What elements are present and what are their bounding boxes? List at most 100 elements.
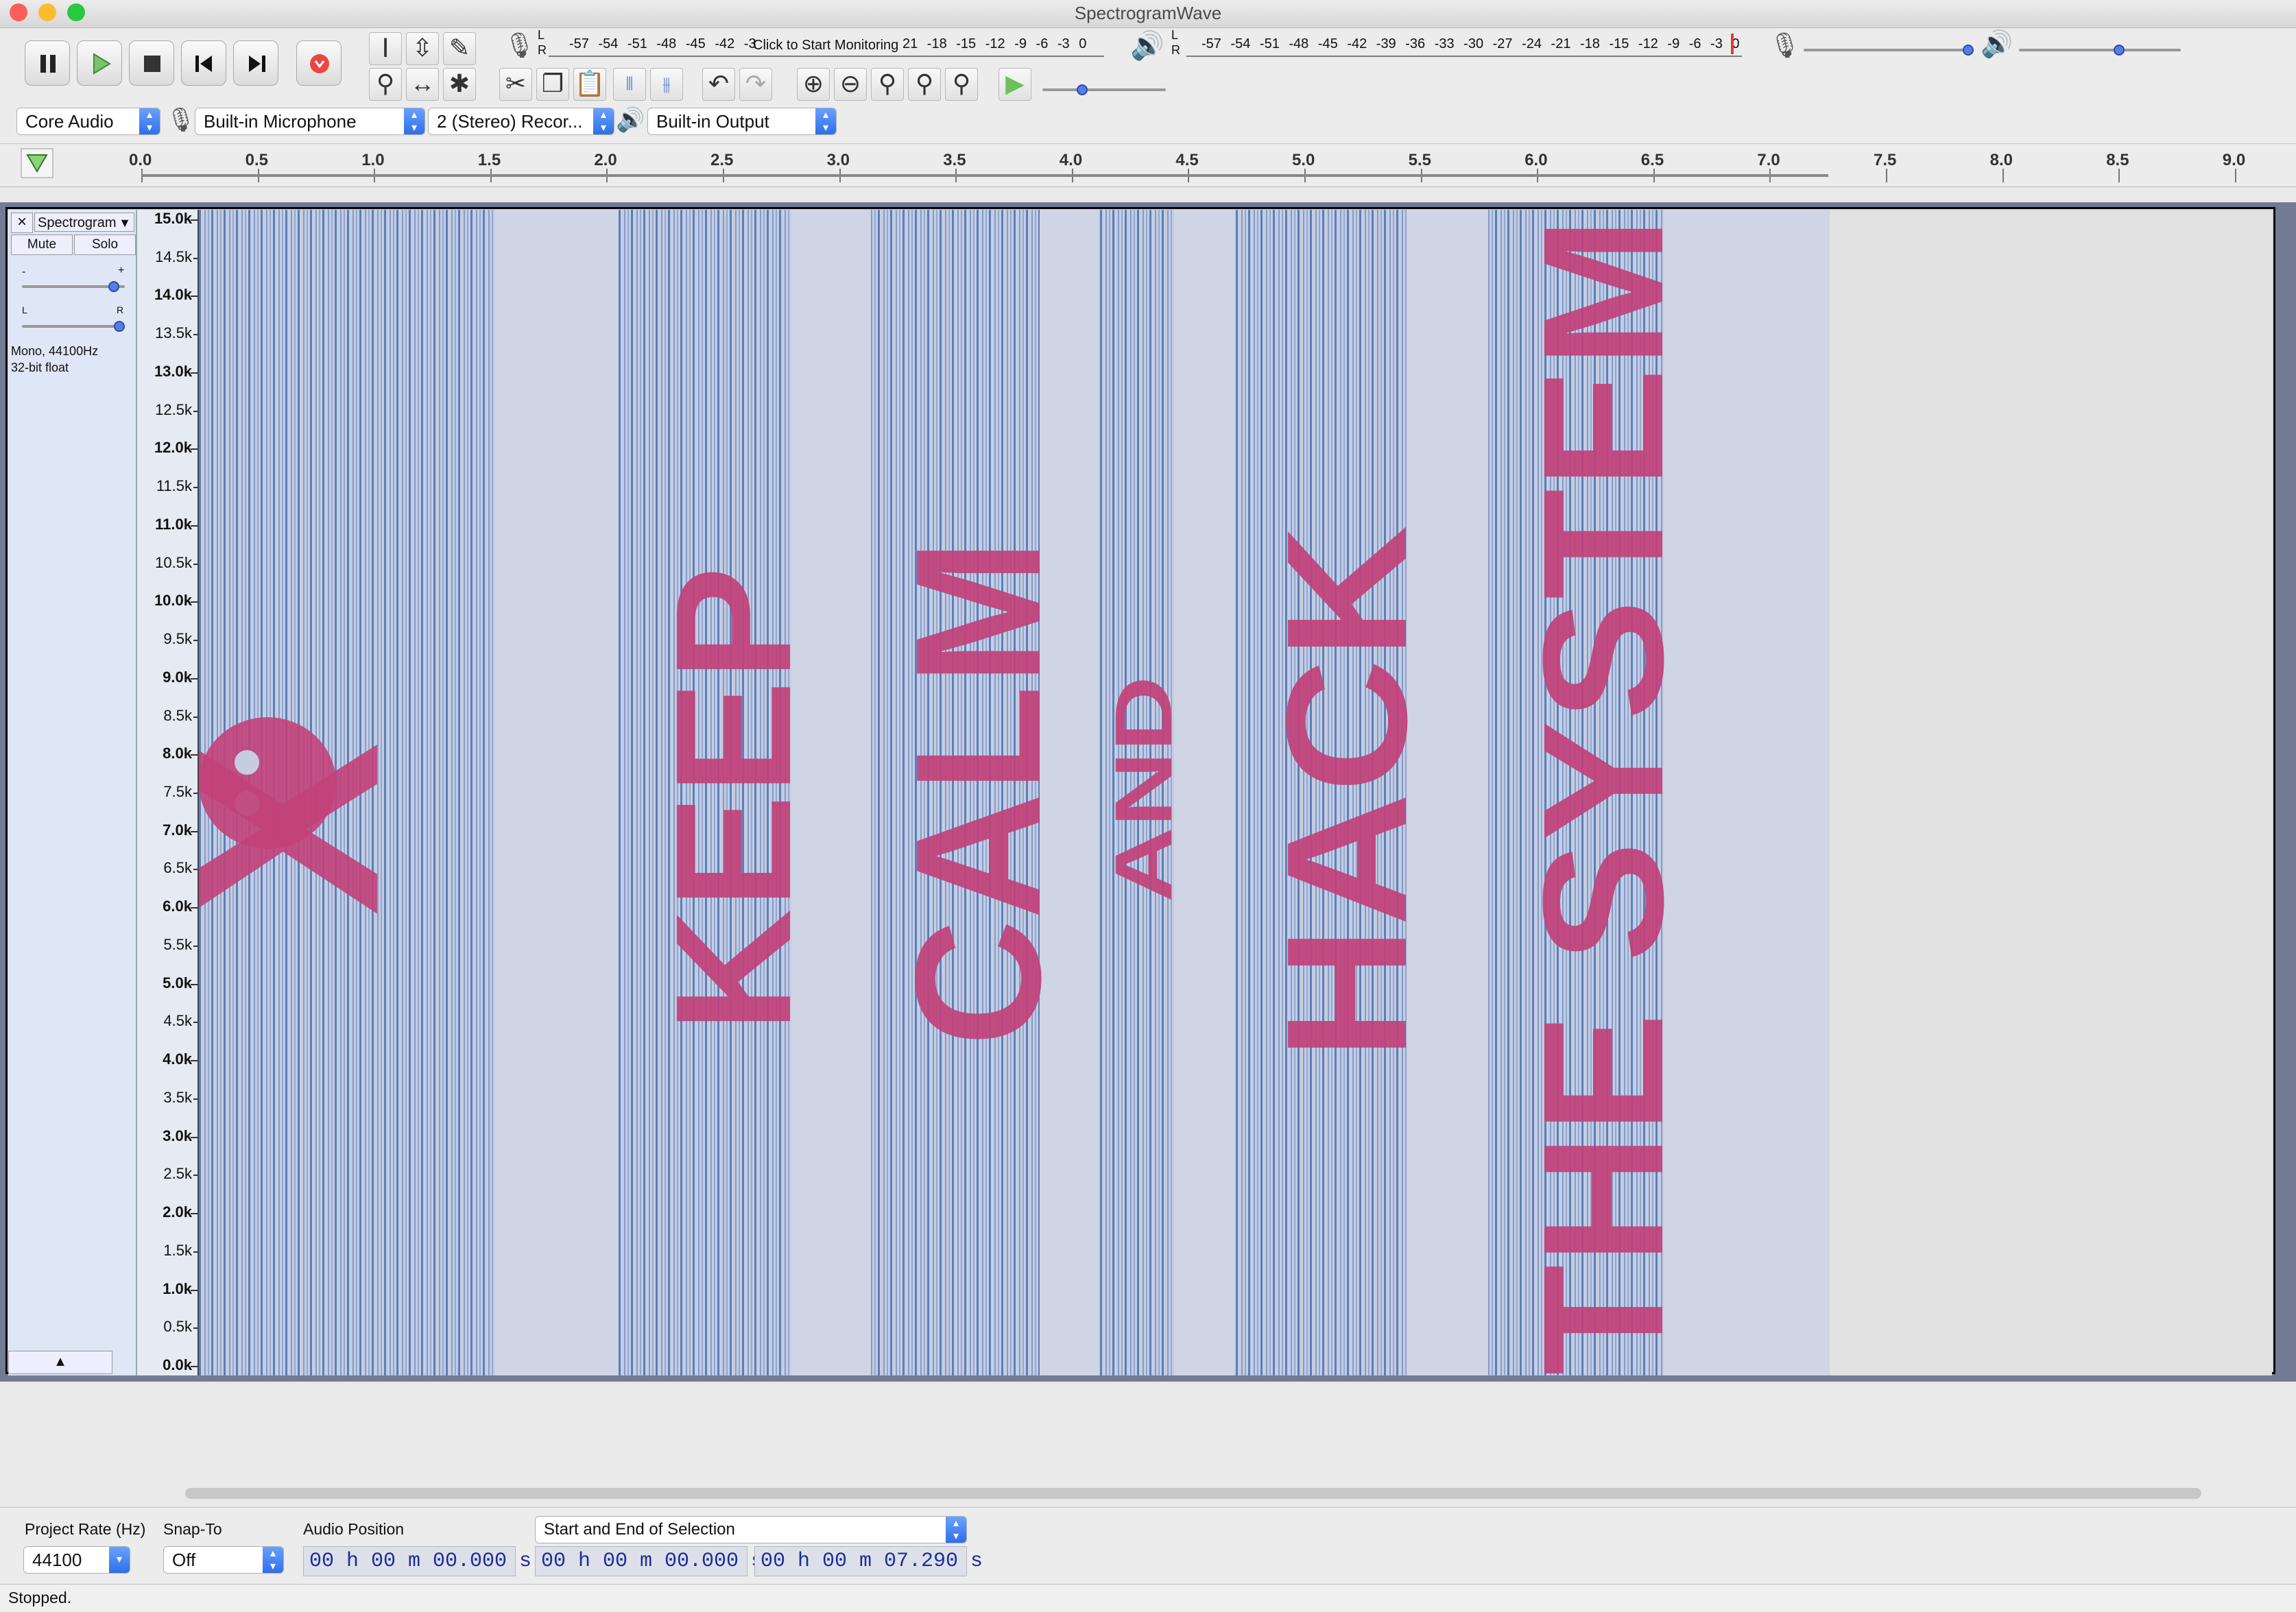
trim-audio-button[interactable]: ⫴ <box>613 68 646 101</box>
record-meter-l: L <box>538 28 545 42</box>
frequency-label: 9.5k <box>163 630 192 648</box>
envelope-tool[interactable]: ⇳ <box>406 32 439 65</box>
chevron-updown-icon: ▴ ▾ <box>263 1547 283 1573</box>
pan-slider[interactable] <box>114 321 125 332</box>
stop-button[interactable] <box>129 40 174 86</box>
collapse-track-button[interactable]: ▲ <box>8 1351 112 1374</box>
spectro-word-calm: CALM <box>879 539 1078 1046</box>
frequency-label: 7.5k <box>163 783 192 800</box>
start-monitoring-prompt[interactable]: Click to Start Monitoring <box>753 38 898 53</box>
recording-channels-select[interactable]: 2 (Stereo) Recor... ▴ ▾ <box>428 108 614 135</box>
recording-channels-value: 2 (Stereo) Recor... <box>437 111 583 132</box>
frequency-tick <box>193 640 198 642</box>
mixer-speaker-icon: 🔊 <box>1981 30 2013 59</box>
record-button[interactable] <box>296 40 342 86</box>
zoom-tool[interactable]: ⚲ <box>369 68 402 101</box>
selection-mode-select[interactable]: Start and End of Selection ▴ ▾ <box>535 1516 967 1543</box>
chevron-updown-icon: ▴ ▾ <box>404 108 424 134</box>
selection-tool[interactable]: I <box>369 32 402 65</box>
solo-button[interactable]: Solo <box>74 234 136 255</box>
frequency-label: 9.0k <box>163 668 192 686</box>
frequency-label: 13.0k <box>154 362 192 380</box>
crossbones-symbol: X <box>199 741 433 916</box>
horizontal-scrollbar[interactable] <box>185 1488 2201 1499</box>
fit-selection-button[interactable]: ⚲ <box>871 68 904 101</box>
frequency-tick <box>191 448 198 450</box>
play-speed-slider[interactable] <box>1077 84 1088 95</box>
frequency-tick <box>193 716 198 718</box>
empty-track-area[interactable] <box>1830 210 2272 1375</box>
skip-to-start-button[interactable] <box>181 40 226 86</box>
record-volume-track <box>1804 49 1972 51</box>
timeline-ruler[interactable]: 0.0 0.5 1.0 1.5 2.0 2.5 3.0 3.5 4.0 4.5 5.0 5.5 6.0 6… <box>0 144 2296 187</box>
gain-plus-label: + <box>118 265 125 276</box>
time-shift-tool[interactable]: ↔ <box>406 68 439 101</box>
toolbar-area: I ⇳ ✎ ⚲ ↔ ✱ 🎙 L R -57 -54 -51 -48 -45 -4… <box>0 28 2296 144</box>
frequency-label: 6.0k <box>163 898 192 915</box>
fit-project-button[interactable]: ⚲ <box>908 68 941 101</box>
playback-device-select[interactable]: Built-in Output ▴ ▾ <box>647 108 837 135</box>
audio-host-select[interactable]: Core Audio ▴ ▾ <box>16 108 160 135</box>
undo-button[interactable]: ↶ <box>702 68 735 101</box>
draw-tool[interactable]: ✎ <box>443 32 476 65</box>
frequency-tick <box>191 219 198 221</box>
play-at-speed-button[interactable]: ▶ <box>998 68 1031 101</box>
selection-end-field[interactable]: 00 h 00 m 07.290 s <box>754 1546 983 1576</box>
close-track-button[interactable]: × <box>11 213 33 233</box>
speaker-icon: 🔊 <box>1130 31 1164 61</box>
spectro-word-the-system: THE SYSTEM <box>1507 217 1699 1375</box>
copy-button[interactable]: ❐ <box>536 68 569 101</box>
snap-to-select[interactable]: Off ▴ ▾ <box>163 1546 284 1574</box>
multi-tool[interactable]: ✱ <box>443 68 476 101</box>
frequency-tick <box>193 563 198 565</box>
frequency-label: 11.0k <box>155 515 192 533</box>
spectrogram-view[interactable]: X KEEP CALM AND HACK THE SYSTEM <box>199 210 1830 1375</box>
chevron-down-icon: ▾ <box>109 1547 130 1573</box>
ruler-baseline <box>141 174 1828 177</box>
frequency-tick <box>193 1098 198 1100</box>
mixer-microphone-icon: 🎙 <box>1769 31 1801 59</box>
status-text: Stopped. <box>8 1589 72 1607</box>
microphone-icon: 🎙 <box>504 31 536 59</box>
pause-button[interactable] <box>25 40 70 86</box>
frequency-tick <box>191 1366 198 1367</box>
frequency-label: 2.0k <box>163 1203 192 1221</box>
redo-button[interactable]: ↷ <box>739 68 772 101</box>
window-title: SpectrogramWave <box>1074 3 1222 23</box>
gain-slider[interactable] <box>108 281 119 292</box>
audio-position-field[interactable]: 00 h 00 m 00.000 s <box>303 1546 531 1576</box>
chevron-updown-icon: ▴ ▾ <box>946 1517 966 1543</box>
frequency-tick <box>191 677 198 679</box>
recording-device-select[interactable]: Built-in Microphone ▴ ▾ <box>195 108 425 135</box>
cut-button[interactable]: ✂ <box>499 68 532 101</box>
frequency-tick <box>191 907 198 909</box>
play-head-icon[interactable] <box>21 148 53 178</box>
frequency-label: 3.0k <box>163 1127 192 1144</box>
paste-button[interactable]: 📋 <box>573 68 606 101</box>
track-menu-button[interactable]: Spectrogram ▼ <box>34 213 134 232</box>
ruler-label: 1.5 <box>477 151 501 169</box>
record-meter[interactable] <box>549 56 1104 57</box>
ruler-label: 0.0 <box>129 151 152 169</box>
skip-to-end-button[interactable] <box>233 40 278 86</box>
frequency-tick <box>193 1175 198 1177</box>
play-meter[interactable] <box>1186 56 1742 57</box>
frequency-tick <box>193 945 198 947</box>
play-meter-l: L <box>1171 28 1179 42</box>
frequency-tick <box>193 334 198 336</box>
mute-button[interactable]: Mute <box>11 234 73 255</box>
playback-device-icon: 🔊 <box>616 107 645 133</box>
record-volume-slider[interactable] <box>1963 45 1974 56</box>
project-rate-select[interactable]: 44100 ▾ <box>23 1546 130 1574</box>
play-button[interactable] <box>77 40 122 86</box>
silence-audio-button[interactable]: ⫵ <box>650 68 683 101</box>
playback-volume-slider[interactable] <box>2114 45 2125 56</box>
zoom-out-button[interactable]: ⊖ <box>834 68 867 101</box>
zoom-in-button[interactable]: ⊕ <box>797 68 830 101</box>
ruler-label: 4.5 <box>1175 151 1199 169</box>
zoom-toggle-button[interactable]: ⚲ <box>945 68 978 101</box>
gain-minus-label: - <box>22 266 26 278</box>
frequency-tick <box>193 1022 198 1024</box>
spectrogram-image: X KEEP CALM AND HACK THE SYSTEM <box>199 210 1699 1375</box>
selection-start-field[interactable]: 00 h 00 m 00.000 s <box>535 1546 763 1576</box>
